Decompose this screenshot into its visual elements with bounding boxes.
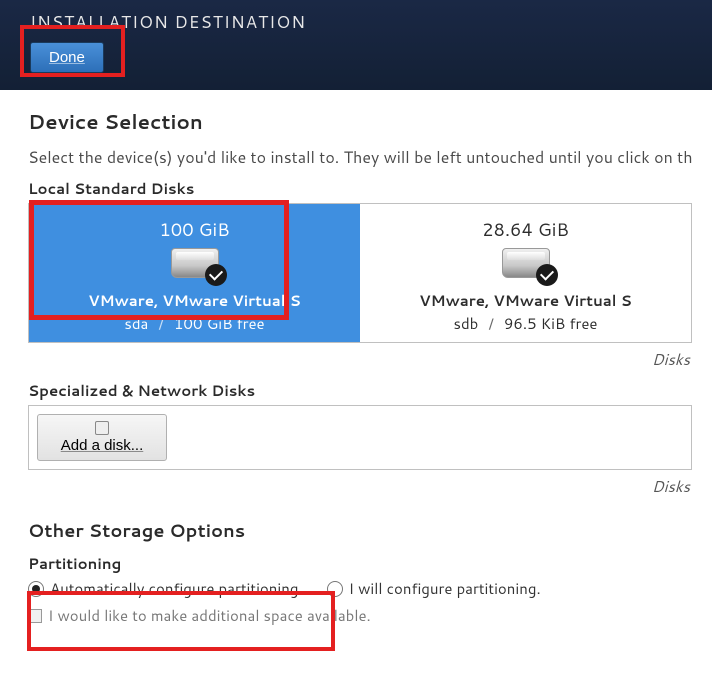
add-disk-button[interactable]: Add a disk... <box>37 414 167 461</box>
disk-dev: sdb <box>454 313 479 334</box>
disk-tile-sdb[interactable]: 28.64 GiB VMware, VMware Virtual S sdb /… <box>360 204 691 342</box>
specialized-disks-label: Specialized & Network Disks <box>28 380 692 401</box>
disks-note: Disks <box>28 343 692 380</box>
other-storage-title: Other Storage Options <box>28 517 692 543</box>
partitioning-label: Partitioning <box>28 553 692 574</box>
separator: / <box>152 313 169 334</box>
checkbox-icon <box>28 609 42 623</box>
disk-name: VMware, VMware Virtual S <box>370 290 681 311</box>
page-title: INSTALLATION DESTINATION <box>30 10 682 34</box>
disk-free: 96.5 KiB free <box>504 313 598 334</box>
disk-free-line: sdb / 96.5 KiB free <box>370 313 681 334</box>
check-icon <box>536 264 558 286</box>
additional-space-row[interactable]: I would like to make additional space av… <box>28 605 692 626</box>
check-icon <box>205 264 227 286</box>
radio-label: Automatically configure partitioning. <box>50 578 303 599</box>
device-selection-title: Device Selection <box>28 108 692 136</box>
disks-note: Disks <box>28 470 692 507</box>
separator: / <box>482 313 499 334</box>
radio-icon <box>327 581 343 597</box>
hard-disk-icon <box>502 248 550 278</box>
content-area: Device Selection Select the device(s) yo… <box>0 90 712 626</box>
done-button[interactable]: Done <box>30 42 104 73</box>
disk-dev: sda <box>124 313 148 334</box>
radio-manual-partitioning[interactable]: I will configure partitioning. <box>327 578 541 599</box>
specialized-disks-row: Add a disk... <box>28 405 692 470</box>
radio-icon <box>28 581 44 597</box>
disk-size: 28.64 GiB <box>370 216 681 242</box>
disk-tile-sda[interactable]: 100 GiB VMware, VMware Virtual S sda / 1… <box>29 204 360 342</box>
add-disk-label: Add a disk... <box>61 437 144 454</box>
disk-name: VMware, VMware Virtual S <box>39 290 350 311</box>
local-disks-row: 100 GiB VMware, VMware Virtual S sda / 1… <box>28 203 692 343</box>
radio-auto-partitioning[interactable]: Automatically configure partitioning. <box>28 578 303 599</box>
other-storage-options: Other Storage Options Partitioning Autom… <box>28 517 692 626</box>
disk-free: 100 GiB free <box>174 313 265 334</box>
checkbox-label: I would like to make additional space av… <box>48 605 371 626</box>
device-selection-desc: Select the device(s) you'd like to insta… <box>28 146 692 170</box>
partitioning-row: Automatically configure partitioning. I … <box>28 578 692 599</box>
radio-label: I will configure partitioning. <box>349 578 541 599</box>
local-disks-label: Local Standard Disks <box>28 178 692 199</box>
hard-disk-icon <box>171 248 219 278</box>
header-bar: INSTALLATION DESTINATION Done <box>0 0 712 90</box>
add-disk-icon <box>95 421 109 435</box>
disk-free-line: sda / 100 GiB free <box>39 313 350 334</box>
disk-size: 100 GiB <box>39 216 350 242</box>
